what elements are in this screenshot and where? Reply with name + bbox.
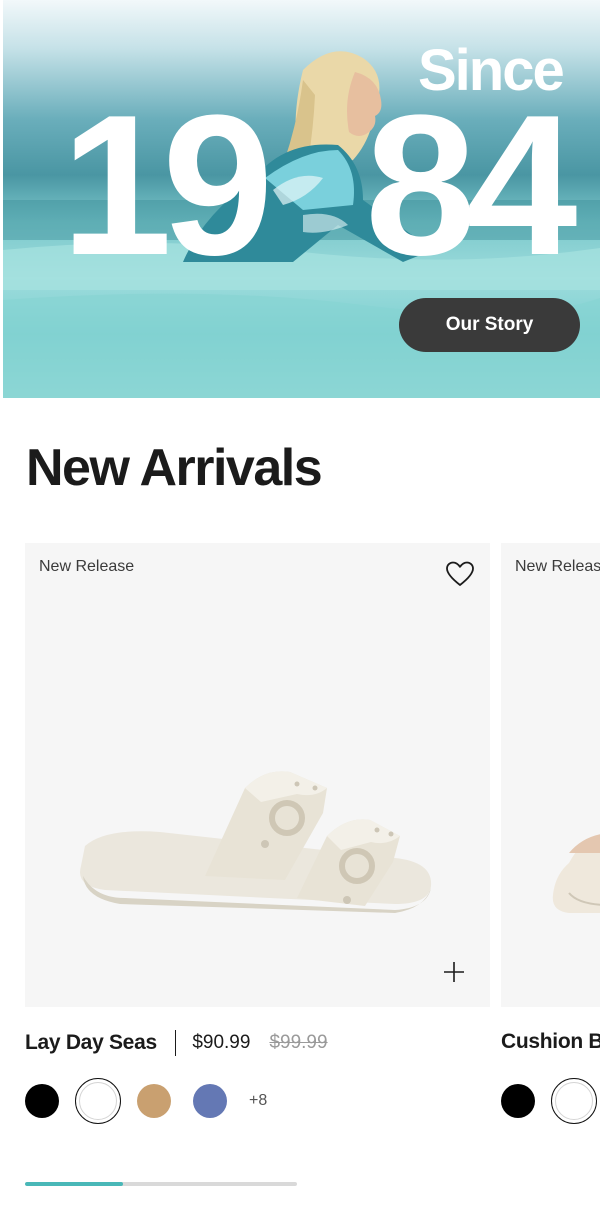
product-name[interactable]: Cushion Bounce [501, 1030, 600, 1054]
heart-icon[interactable] [443, 557, 477, 591]
product-original-price: $99.99 [269, 1032, 328, 1053]
color-swatch-white-selected[interactable] [551, 1078, 597, 1124]
product-card-1-image[interactable]: New Release [25, 543, 490, 1007]
color-swatch-blue[interactable] [193, 1084, 227, 1118]
our-story-button[interactable]: Our Story [399, 298, 580, 352]
carousel-scrollbar-thumb[interactable] [25, 1182, 123, 1186]
more-colors-count[interactable]: +8 [249, 1092, 267, 1110]
product-image-shoe [552, 834, 600, 913]
section-title: New Arrivals [26, 439, 323, 497]
color-swatch-tan[interactable] [137, 1084, 171, 1118]
color-swatches-2 [501, 1078, 597, 1124]
color-swatch-black[interactable] [501, 1084, 535, 1118]
product-image-sandal [80, 771, 432, 913]
product-price: $90.99 [192, 1032, 251, 1053]
hero-year-left: 19 [61, 74, 273, 297]
hero-year-right: 84 [365, 74, 577, 297]
product-info-1: Lay Day Seas $90.99 $99.99 [25, 1030, 328, 1056]
hero-banner[interactable]: Since 19 84 Our Story [3, 0, 600, 398]
product-badge: New Release [515, 558, 600, 575]
product-info-2: Cushion Bounce [501, 1030, 600, 1054]
page: Since 19 84 Our Story New Arrivals New R… [0, 0, 600, 1227]
price-divider [174, 1030, 177, 1056]
carousel-scrollbar[interactable] [25, 1182, 297, 1186]
product-badge: New Release [39, 558, 135, 575]
product-name[interactable]: Lay Day Seas [25, 1031, 157, 1055]
color-swatches-1: +8 [25, 1078, 267, 1124]
plus-icon[interactable] [439, 957, 469, 987]
product-card-2-image[interactable]: New Release [501, 543, 600, 1007]
color-swatch-white-selected[interactable] [75, 1078, 121, 1124]
color-swatch-black[interactable] [25, 1084, 59, 1118]
